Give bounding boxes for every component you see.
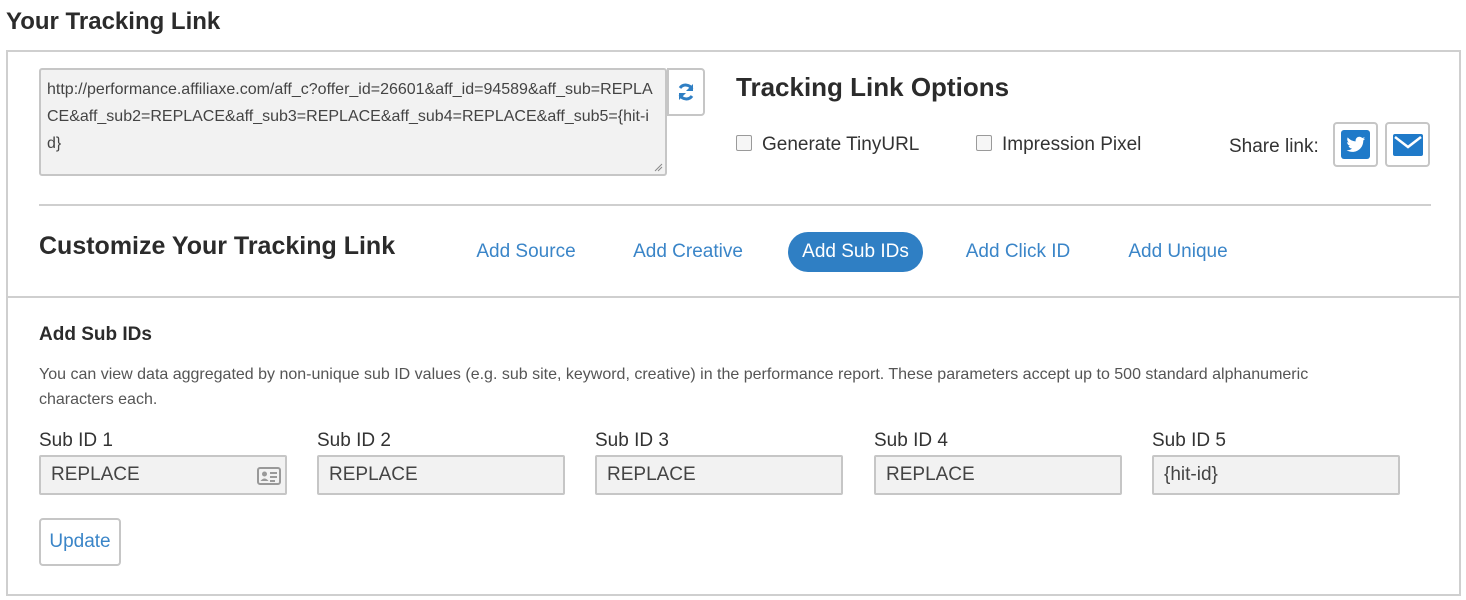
sub-id-5-label: Sub ID 5: [1152, 430, 1226, 451]
sub-id-5-input[interactable]: {hit-id}: [1152, 455, 1400, 495]
impression-pixel-option[interactable]: Impression Pixel: [976, 134, 1141, 156]
generate-tinyurl-checkbox[interactable]: [736, 135, 752, 151]
sub-id-5-value: {hit-id}: [1164, 464, 1218, 485]
contact-card-icon[interactable]: [257, 466, 281, 486]
sub-id-4-label: Sub ID 4: [874, 430, 948, 451]
tracking-link-text: http://performance.affiliaxe.com/aff_c?o…: [47, 81, 653, 152]
sub-id-3-label: Sub ID 3: [595, 430, 669, 451]
sub-id-1-input[interactable]: REPLACE: [39, 455, 287, 495]
sub-id-2-input[interactable]: REPLACE: [317, 455, 565, 495]
tracking-link-panel: http://performance.affiliaxe.com/aff_c?o…: [6, 50, 1461, 596]
generate-tinyurl-option[interactable]: Generate TinyURL: [736, 134, 919, 156]
tab-add-unique[interactable]: Add Unique: [1118, 232, 1238, 272]
resize-grip-icon[interactable]: [653, 162, 663, 172]
tab-add-click-id[interactable]: Add Click ID: [958, 232, 1078, 272]
sub-id-2-value: REPLACE: [329, 464, 418, 485]
generate-tinyurl-label: Generate TinyURL: [762, 134, 920, 155]
page-title: Your Tracking Link: [6, 8, 221, 35]
sub-id-3-input[interactable]: REPLACE: [595, 455, 843, 495]
sub-id-1-label: Sub ID 1: [39, 430, 113, 451]
sub-id-1-value: REPLACE: [51, 464, 140, 485]
envelope-icon: [1392, 133, 1423, 156]
customize-title: Customize Your Tracking Link: [39, 232, 396, 260]
tracking-link-options-title: Tracking Link Options: [736, 72, 1010, 102]
refresh-link-button[interactable]: [667, 68, 705, 116]
sub-id-4-value: REPLACE: [886, 464, 975, 485]
tab-add-source[interactable]: Add Source: [466, 232, 586, 272]
tab-add-sub-ids[interactable]: Add Sub IDs: [788, 232, 923, 272]
sub-id-3-value: REPLACE: [607, 464, 696, 485]
tab-add-creative[interactable]: Add Creative: [626, 232, 750, 272]
sub-id-2-label: Sub ID 2: [317, 430, 391, 451]
sub-id-4-input[interactable]: REPLACE: [874, 455, 1122, 495]
share-email-button[interactable]: [1385, 122, 1430, 167]
sub-ids-description: You can view data aggregated by non-uniq…: [39, 366, 1309, 408]
twitter-icon: [1345, 136, 1365, 152]
section-divider: [39, 204, 1431, 206]
refresh-icon: [678, 83, 694, 101]
update-button[interactable]: Update: [39, 518, 121, 566]
sub-ids-title: Add Sub IDs: [39, 324, 152, 345]
share-twitter-button[interactable]: [1333, 122, 1378, 167]
impression-pixel-checkbox[interactable]: [976, 135, 992, 151]
share-link-label: Share link:: [1229, 136, 1319, 157]
impression-pixel-label: Impression Pixel: [1002, 134, 1142, 155]
section-divider: [8, 296, 1459, 298]
tracking-link-textarea[interactable]: http://performance.affiliaxe.com/aff_c?o…: [39, 68, 667, 176]
